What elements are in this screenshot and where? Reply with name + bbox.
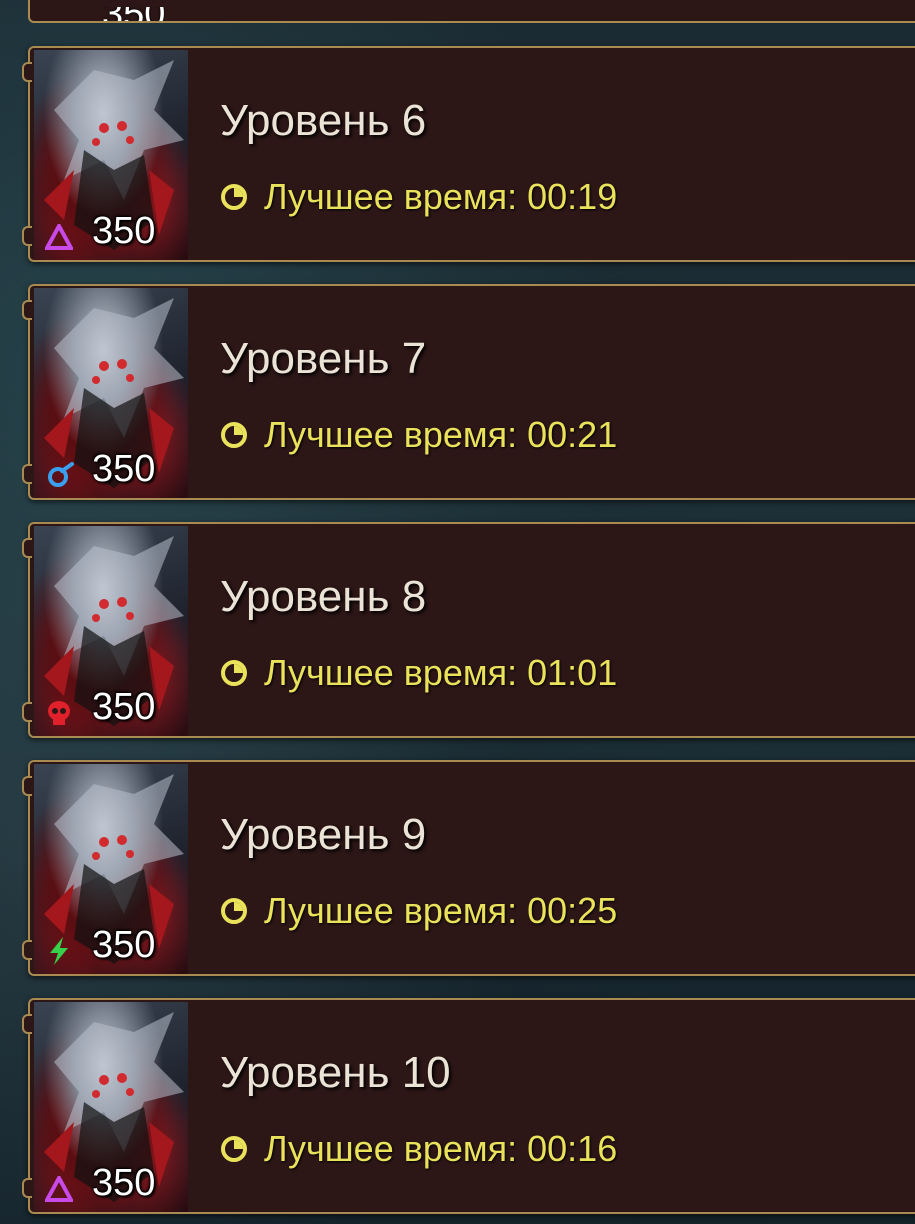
best-time-value: 00:19 — [527, 176, 618, 217]
level-title: Уровень 10 — [220, 1048, 451, 1097]
hero-power: 350 — [92, 924, 156, 966]
best-time-value: 01:01 — [527, 652, 618, 693]
best-time: Лучшее время: 00:19 — [220, 176, 617, 218]
best-time-value: 00:16 — [527, 1128, 618, 1169]
best-time-label: Лучшее время: — [264, 1128, 518, 1169]
best-time-value: 00:25 — [527, 890, 618, 931]
level-card[interactable]: 350 Уровень 10 Лучшее время: 00:16 — [22, 998, 915, 1214]
best-time-value: 00:21 — [527, 414, 618, 455]
level-title: Уровень 8 — [220, 572, 427, 621]
best-time-label: Лучшее время: — [264, 652, 518, 693]
magic-triangle-icon — [42, 220, 76, 254]
skull-icon — [42, 696, 76, 730]
level-card[interactable]: 350 Уровень 8 Лучшее время: 01:01 — [22, 522, 915, 738]
level-title: Уровень 9 — [220, 810, 427, 859]
best-time: Лучшее время: 00:25 — [220, 890, 617, 932]
level-title: Уровень 7 — [220, 334, 427, 383]
hero-power: 350 — [92, 686, 156, 728]
level-card-partial[interactable]: 350 — [28, 0, 915, 23]
hero-power: 350 — [102, 7, 165, 21]
level-list: 350 350 Уровень 6 Лучшее время: 00:19 — [0, 0, 915, 1224]
clock-icon — [221, 1136, 247, 1162]
best-time-label: Лучшее время: — [264, 414, 518, 455]
hero-power: 350 — [92, 448, 156, 490]
level-card[interactable]: 350 Уровень 7 Лучшее время: 00:21 — [22, 284, 915, 500]
best-time: Лучшее время: 00:21 — [220, 414, 617, 456]
clock-icon — [221, 184, 247, 210]
clock-icon — [221, 660, 247, 686]
best-time: Лучшее время: 00:16 — [220, 1128, 617, 1170]
best-time: Лучшее время: 01:01 — [220, 652, 617, 694]
level-card[interactable]: 350 Уровень 6 Лучшее время: 00:19 — [22, 46, 915, 262]
magic-triangle-icon — [42, 1172, 76, 1206]
hero-power: 350 — [92, 210, 156, 252]
spirit-swirl-icon — [42, 458, 76, 492]
clock-icon — [221, 898, 247, 924]
hero-power: 350 — [92, 1162, 156, 1204]
best-time-label: Лучшее время: — [264, 890, 518, 931]
lightning-icon — [42, 934, 76, 968]
clock-icon — [221, 422, 247, 448]
level-title: Уровень 6 — [220, 96, 427, 145]
best-time-label: Лучшее время: — [264, 176, 518, 217]
level-card[interactable]: 350 Уровень 9 Лучшее время: 00:25 — [22, 760, 915, 976]
